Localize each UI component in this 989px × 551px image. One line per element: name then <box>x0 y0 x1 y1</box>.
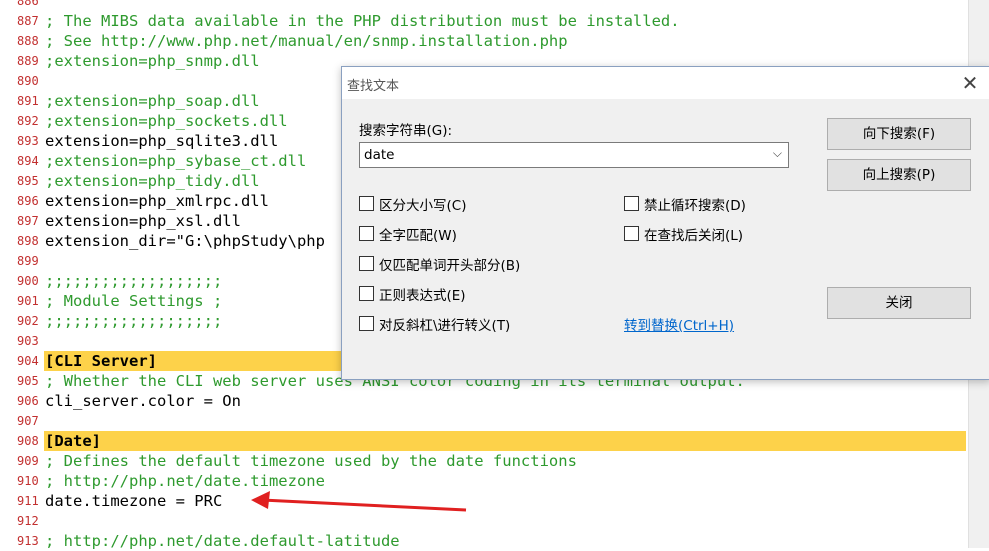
find-up-button[interactable]: 向上搜索(P) <box>827 159 971 191</box>
no-wrap-label[interactable]: 禁止循环搜索(D) <box>644 194 746 214</box>
whole-word-checkbox[interactable] <box>359 226 374 241</box>
arrow-shaft <box>261 498 467 512</box>
no-wrap-checkbox[interactable] <box>624 196 639 211</box>
goto-replace-link[interactable]: 转到替换(Ctrl+H) <box>624 314 734 334</box>
regex-label[interactable]: 正则表达式(E) <box>379 284 466 304</box>
dialog-title: 查找文本 <box>347 79 400 94</box>
backslash-escape-label[interactable]: 对反斜杠\进行转义(T) <box>379 314 510 334</box>
regex-checkbox[interactable] <box>359 286 374 301</box>
chevron-down-icon[interactable]: ⌵ <box>773 146 782 161</box>
match-case-label[interactable]: 区分大小写(C) <box>379 194 466 214</box>
search-input[interactable]: date ⌵ <box>359 142 789 168</box>
arrow-head <box>251 491 270 509</box>
close-button[interactable]: 关闭 <box>827 287 971 319</box>
close-icon[interactable]: ✕ <box>958 71 982 95</box>
word-start-label[interactable]: 仅匹配单词开头部分(B) <box>379 254 520 274</box>
dialog-titlebar[interactable]: 查找文本 ✕ <box>342 67 989 99</box>
backslash-escape-checkbox[interactable] <box>359 316 374 331</box>
find-down-button[interactable]: 向下搜索(F) <box>827 118 971 150</box>
find-text-dialog[interactable]: 查找文本 ✕ 搜索字符串(G): date ⌵ 向下搜索(F) 向上搜索(P) … <box>341 66 989 380</box>
search-input-value: date <box>364 147 395 163</box>
close-after-find-label[interactable]: 在查找后关闭(L) <box>644 224 743 244</box>
close-after-find-checkbox[interactable] <box>624 226 639 241</box>
match-case-checkbox[interactable] <box>359 196 374 211</box>
whole-word-label[interactable]: 全字匹配(W) <box>379 224 457 244</box>
word-start-checkbox[interactable] <box>359 256 374 271</box>
search-string-label: 搜索字符串(G): <box>359 123 453 139</box>
